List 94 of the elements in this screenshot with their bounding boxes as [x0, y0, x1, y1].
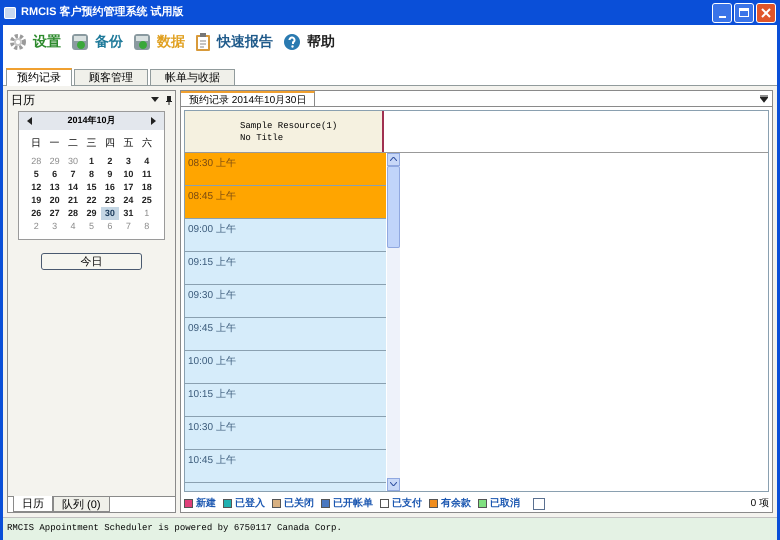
time-slot[interactable]: 08:30 上午: [185, 153, 386, 186]
tab[interactable]: 日历: [13, 496, 53, 512]
close-icon: [761, 8, 771, 18]
panel-title: 日历: [11, 92, 35, 109]
resource-title: No Title: [240, 132, 284, 144]
legend-label: 有余款: [441, 496, 471, 511]
calendar-day[interactable]: 30: [100, 207, 120, 220]
calendar-day[interactable]: 31: [119, 207, 138, 220]
weekday-label: 日: [30, 137, 42, 151]
checkbox[interactable]: [533, 498, 545, 510]
pin-icon[interactable]: [166, 96, 172, 104]
time-slot[interactable]: 09:45 上午: [185, 318, 386, 351]
time-slot[interactable]: 10:30 上午: [185, 417, 386, 450]
maximize-button[interactable]: [734, 2, 754, 22]
calendar-day[interactable]: 10: [119, 168, 138, 181]
previous-month-button[interactable]: [27, 117, 32, 125]
calendar-day[interactable]: 21: [64, 194, 82, 207]
dropdown-icon[interactable]: [151, 97, 159, 103]
time-slot[interactable]: 08:45 上午: [185, 186, 386, 219]
calendar-day[interactable]: 25: [138, 194, 156, 207]
scrollbar-thumb[interactable]: [387, 166, 400, 248]
calendar-day[interactable]: 3: [119, 155, 138, 168]
toolbar-button[interactable]: 快速报告: [217, 31, 273, 52]
tab[interactable]: 帐单与收据: [150, 69, 235, 85]
calendar-day[interactable]: 7: [64, 168, 82, 181]
toolbar-button[interactable]: 备份: [95, 31, 123, 52]
weekday-label: 三: [85, 137, 98, 151]
scrollbar[interactable]: [387, 153, 400, 491]
gear-icon: [9, 32, 27, 50]
legend-label: 已关闭: [284, 496, 314, 511]
calendar-day[interactable]: 11: [138, 168, 156, 181]
time-slot[interactable]: 10:15 上午: [185, 384, 386, 417]
calendar-day[interactable]: 29: [45, 155, 64, 168]
calendar-day[interactable]: 24: [119, 194, 138, 207]
calendar-day[interactable]: 13: [45, 181, 64, 194]
toolbar-button[interactable]: 帮助: [307, 31, 335, 52]
weekday-label: 二: [67, 137, 80, 151]
calendar-day[interactable]: 15: [82, 181, 101, 194]
month-label: 2014年10月: [66, 114, 117, 128]
status-text: RMCIS Appointment Scheduler is powered by 6750117 Canada Corp.: [7, 522, 342, 536]
time-slot[interactable]: 09:00 上午: [185, 219, 386, 252]
schedule-tab[interactable]: 预约记录 2014年10月30日: [181, 91, 316, 106]
app-icon: [4, 6, 16, 18]
calendar-day[interactable]: 8: [82, 168, 101, 181]
minimize-button[interactable]: [712, 2, 732, 22]
clipboard-icon: [195, 32, 211, 50]
caret-down-icon[interactable]: [390, 482, 397, 486]
time-slot[interactable]: 10:45 上午: [185, 450, 386, 483]
calendar-day[interactable]: 26: [27, 207, 46, 220]
calendar-day[interactable]: 29: [82, 207, 101, 220]
time-slot[interactable]: 09:15 上午: [185, 252, 386, 285]
tab[interactable]: 顾客管理: [74, 69, 148, 85]
calendar-day[interactable]: 6: [45, 168, 64, 181]
tab[interactable]: 预约记录: [6, 68, 72, 86]
calendar-day[interactable]: 3: [45, 220, 64, 233]
window-title: RMCIS 客户预约管理系统 试用版: [21, 4, 184, 20]
today-button[interactable]: 今日: [41, 253, 142, 270]
legend-label: 已开帐单: [333, 496, 373, 511]
calendar-day[interactable]: 23: [100, 194, 120, 207]
calendar-day[interactable]: 2: [100, 155, 120, 168]
weekday-label: 四: [104, 137, 116, 151]
legend-label: 已登入: [235, 496, 265, 511]
weekday-label: 五: [122, 137, 134, 151]
calendar-day[interactable]: 16: [100, 181, 120, 194]
time-slot[interactable]: 09:30 上午: [185, 285, 386, 318]
legend-label: 已取消: [490, 496, 520, 511]
calendar-day[interactable]: 4: [138, 155, 156, 168]
weekday-label: 六: [140, 136, 153, 151]
next-month-button[interactable]: [151, 117, 156, 125]
calendar-day[interactable]: 5: [27, 168, 46, 181]
legend-label: 已支付: [392, 496, 422, 511]
menu-icon[interactable]: [760, 94, 768, 102]
calendar-day[interactable]: 14: [64, 181, 82, 194]
calendar-day[interactable]: 27: [45, 207, 64, 220]
calendar-day[interactable]: 28: [64, 207, 82, 220]
calendar-day[interactable]: 1: [138, 207, 156, 220]
legend-label: 新建: [196, 496, 216, 511]
time-slot[interactable]: 10:00 上午: [185, 351, 386, 384]
calendar-day[interactable]: 17: [119, 181, 138, 194]
weekday-label: 一: [48, 137, 61, 151]
resource-name: Sample Resource(1): [240, 120, 338, 132]
calendar-day[interactable]: 18: [138, 181, 156, 194]
calendar-day[interactable]: 9: [100, 168, 120, 181]
close-button[interactable]: [756, 2, 776, 22]
caret-up-icon[interactable]: [390, 157, 397, 161]
item-count: 0 项: [750, 497, 769, 511]
calendar-day[interactable]: 19: [27, 194, 46, 207]
toolbar-button[interactable]: 设置: [33, 31, 61, 52]
tab[interactable]: 队列 (0): [53, 497, 110, 512]
help-icon: [283, 32, 301, 50]
calendar-day[interactable]: 1: [82, 155, 101, 168]
calendar-day[interactable]: 20: [45, 194, 64, 207]
calendar-day[interactable]: 22: [82, 194, 101, 207]
calendar-day[interactable]: 12: [27, 181, 46, 194]
